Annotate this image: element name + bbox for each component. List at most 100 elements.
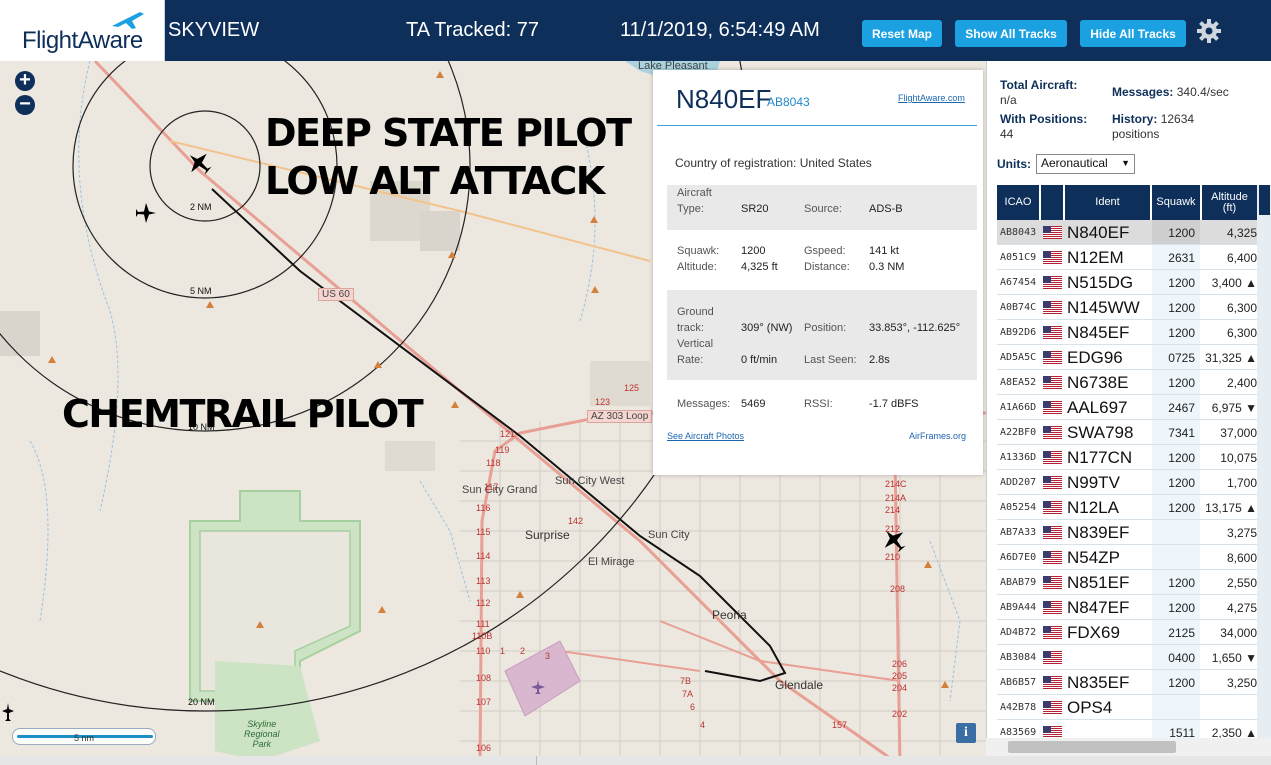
table-scrollbar[interactable] — [1257, 185, 1271, 765]
table-row[interactable]: AB6B57 N835EF 1200 3,250 — [997, 670, 1271, 695]
flightaware-link[interactable]: FlightAware.com — [898, 93, 965, 103]
table-row[interactable]: A8EA52 N6738E 1200 2,400 — [997, 370, 1271, 395]
row-squawk: 1200 — [1168, 451, 1195, 465]
row-icao: A67454 — [1000, 277, 1037, 288]
row-squawk: 1200 — [1168, 676, 1195, 690]
row-altitude: 4,325 — [1226, 226, 1257, 240]
ground-track-value: 309° (NW) — [741, 322, 793, 334]
popup-country: Country of registration: United States — [675, 156, 872, 170]
route-number: 123 — [595, 397, 611, 407]
route-number: 106 — [476, 743, 492, 753]
table-row[interactable]: A22BF0 SWA798 7341 37,000 — [997, 420, 1271, 445]
units-value: Aeronautical — [1041, 156, 1108, 170]
route-number: 111 — [476, 619, 490, 629]
row-ident: N835EF — [1067, 673, 1130, 692]
row-squawk: 1200 — [1168, 301, 1195, 315]
us-flag-icon — [1043, 401, 1062, 414]
aircraft-icon[interactable] — [134, 201, 158, 225]
vertical-rate-label: Vertical Rate: — [677, 338, 714, 366]
table-row[interactable]: ABAB79 N851EF 1200 2,550 — [997, 570, 1271, 595]
table-scrollbar-thumb[interactable] — [1259, 185, 1270, 215]
row-squawk: 1200 — [1168, 326, 1195, 340]
row-icao: A42B78 — [1000, 702, 1037, 713]
table-row[interactable]: A0B74C N145WW 1200 6,300 — [997, 295, 1271, 320]
history-label: History: — [1112, 112, 1158, 126]
horizontal-scrollbar[interactable] — [986, 738, 1271, 756]
with-positions-stat: With Positions: 44 — [1000, 112, 1087, 142]
table-row[interactable]: A67454 N515DG 1200 3,400 ▲ — [997, 270, 1271, 295]
row-ident: EDG96 — [1067, 348, 1123, 367]
reset-map-button[interactable]: Reset Map — [862, 20, 942, 47]
route-number: 204 — [892, 683, 908, 693]
table-row[interactable]: A1336D N177CN 1200 10,075 — [997, 445, 1271, 470]
route-number: 115 — [476, 527, 491, 537]
table-row[interactable]: AB9A44 N847EF 1200 4,275 — [997, 595, 1271, 620]
row-icao: AB92D6 — [1000, 327, 1037, 338]
table-row[interactable]: AB8043 N840EF 1200 4,325 — [997, 220, 1271, 245]
us-flag-icon — [1043, 651, 1062, 664]
hide-all-tracks-button[interactable]: Hide All Tracks — [1080, 20, 1186, 47]
table-row[interactable]: ADD207 N99TV 1200 1,700 — [997, 470, 1271, 495]
table-row[interactable]: AB92D6 N845EF 1200 6,300 — [997, 320, 1271, 345]
row-icao: AB9A44 — [1000, 602, 1037, 613]
col-squawk[interactable]: Squawk — [1152, 185, 1200, 220]
last-seen-label: Last Seen: — [804, 354, 857, 366]
place-sun-city-grand: Sun City Grand — [462, 484, 538, 496]
row-squawk: 1200 — [1168, 601, 1195, 615]
table-row[interactable]: A42B78 OPS4 — [997, 695, 1271, 720]
airframes-link[interactable]: AirFrames.org — [909, 431, 966, 441]
row-icao: A83569 — [1000, 727, 1037, 738]
zoom-out-button[interactable]: − — [15, 94, 35, 115]
col-altitude[interactable]: Altitude (ft) — [1202, 185, 1257, 220]
row-squawk: 1200 — [1168, 376, 1195, 390]
row-altitude: 6,300 — [1226, 326, 1257, 340]
aircraft-type-value: SR20 — [741, 203, 769, 215]
route-number: 202 — [892, 709, 908, 719]
gear-icon[interactable] — [1196, 18, 1222, 44]
row-squawk: 1200 — [1168, 226, 1195, 240]
selected-aircraft-icon[interactable] — [185, 149, 213, 177]
position-value: 33.853°, -112.625° — [869, 322, 961, 334]
info-button[interactable]: i — [956, 723, 976, 743]
col-flag[interactable] — [1041, 185, 1063, 220]
col-icao[interactable]: ICAO — [997, 185, 1039, 220]
table-row[interactable]: A05254 N12LA 1200 13,175 ▲ — [997, 495, 1271, 520]
row-icao: A6D7E0 — [1000, 552, 1037, 563]
row-altitude: 3,275 — [1226, 526, 1257, 540]
route-number: 119 — [495, 445, 510, 455]
popup-icao[interactable]: AB8043 — [767, 95, 810, 109]
table-row[interactable]: A1A66D AAL697 2467 6,975 ▼ — [997, 395, 1271, 420]
row-altitude: 10,075 — [1220, 451, 1257, 465]
table-row[interactable]: A6D7E0 N54ZP 8,600 — [997, 545, 1271, 570]
ground-track-label: Ground track: — [677, 306, 714, 334]
us-flag-icon — [1043, 526, 1062, 539]
horizontal-scrollbar-thumb[interactable] — [1008, 741, 1176, 753]
row-altitude: 1,700 — [1226, 476, 1257, 490]
row-squawk: 1200 — [1168, 276, 1195, 290]
history-value: 12634 — [1160, 112, 1195, 126]
units-select[interactable]: Aeronautical ▼ — [1036, 154, 1135, 174]
aircraft-icon[interactable] — [0, 701, 16, 723]
us-flag-icon — [1043, 551, 1062, 564]
zoom-in-button[interactable]: + — [15, 70, 35, 91]
route-number: 4 — [700, 720, 706, 730]
show-all-tracks-button[interactable]: Show All Tracks — [955, 20, 1067, 47]
route-number: 6 — [690, 702, 696, 712]
flightaware-logo[interactable]: FlightAware — [0, 0, 165, 61]
table-row[interactable]: AB3084 0400 1,650 ▼ — [997, 645, 1271, 670]
top-header: FlightAware SKYVIEW TA Tracked: 77 11/1/… — [0, 0, 1271, 61]
row-squawk: 0725 — [1168, 351, 1195, 365]
table-row[interactable]: AD4B72 FDX69 2125 34,000 — [997, 620, 1271, 645]
aircraft-photos-link[interactable]: See Aircraft Photos — [667, 431, 744, 441]
table-row[interactable]: AD5A5C EDG96 0725 31,325 ▲ — [997, 345, 1271, 370]
table-row[interactable]: A051C9 N12EM 2631 6,400 — [997, 245, 1271, 270]
row-ident: N12LA — [1067, 498, 1119, 517]
place-az303: AZ 303 Loop — [587, 410, 653, 423]
table-row[interactable]: AB7A33 N839EF 3,275 — [997, 520, 1271, 545]
history-unit: positions — [1112, 127, 1160, 141]
col-ident[interactable]: Ident — [1065, 185, 1150, 220]
row-ident: N177CN — [1067, 448, 1133, 467]
route-number: 108 — [476, 673, 492, 683]
squawk-value: 1200 — [741, 245, 766, 257]
route-number: 3 — [545, 651, 551, 661]
